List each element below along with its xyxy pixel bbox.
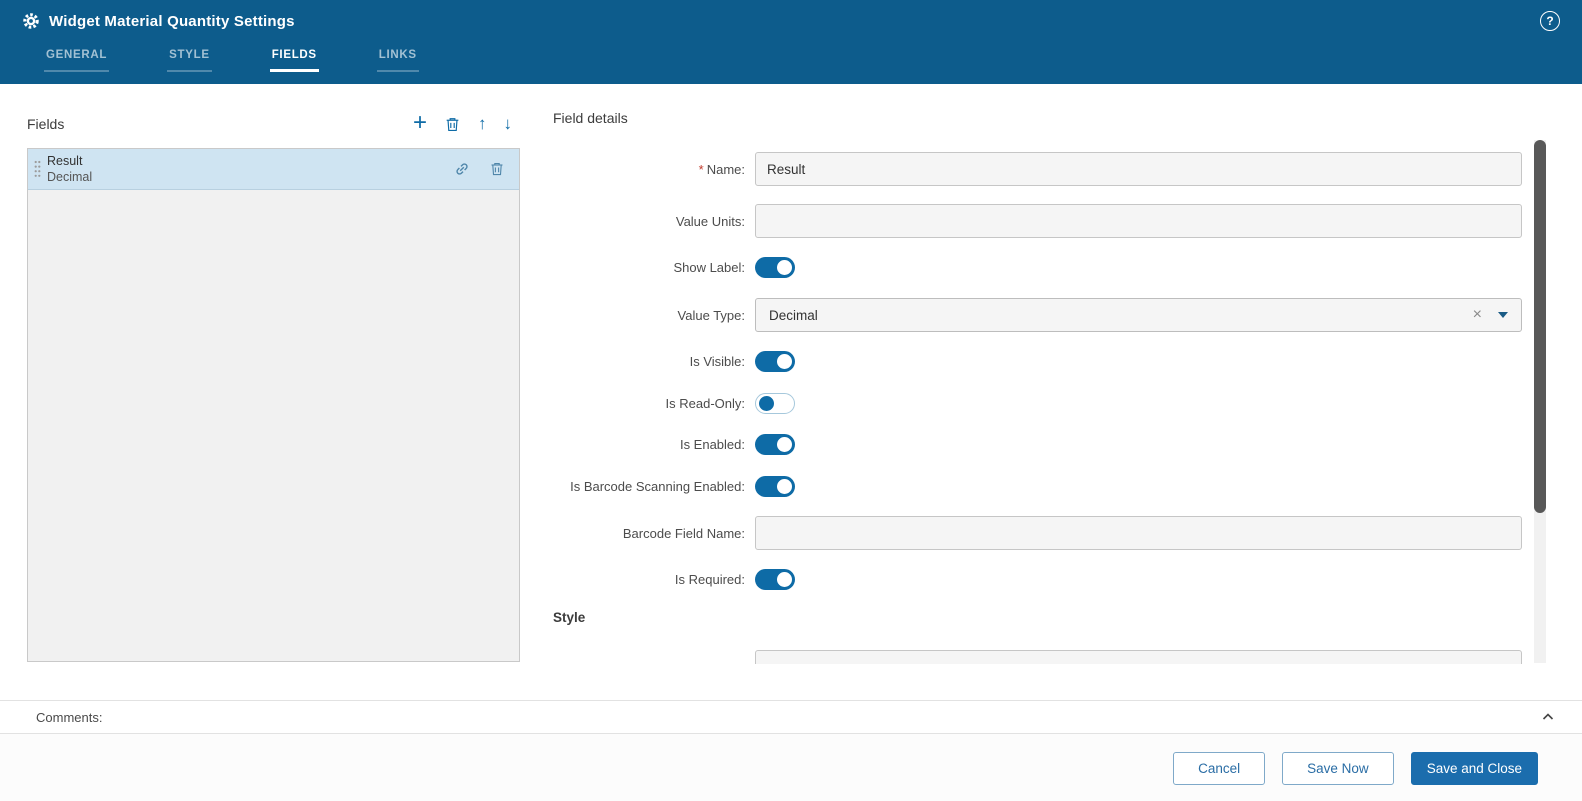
value-type-value: Decimal	[769, 307, 818, 323]
widget-settings-window: Widget Material Quantity Settings ? GENE…	[0, 0, 1582, 801]
window-title: Widget Material Quantity Settings	[49, 12, 295, 30]
is-read-only-row: Is Read-Only:	[553, 393, 1545, 414]
add-field-button[interactable]: +	[413, 110, 427, 134]
is-barcode-scanning-toggle[interactable]	[755, 476, 795, 497]
details-scrollbar-thumb[interactable]	[1534, 140, 1546, 513]
fields-toolbar: + ↑ ↓	[413, 110, 520, 134]
chevron-down-icon[interactable]	[1498, 312, 1508, 318]
fields-panel-header: Fields + ↑ ↓	[27, 106, 520, 142]
tab-general[interactable]: GENERAL	[44, 49, 110, 72]
tab-fields[interactable]: FIELDS	[269, 49, 319, 72]
drag-handle-icon[interactable]	[34, 160, 41, 178]
value-type-row: Value Type: Decimal ×	[553, 298, 1545, 332]
tab-bar: GENERAL STYLE FIELDS LINKS	[0, 42, 1582, 84]
fields-panel-title: Fields	[27, 116, 65, 132]
help-icon[interactable]: ?	[1540, 11, 1560, 31]
clipped-style-input[interactable]	[755, 650, 1522, 664]
is-barcode-scanning-row: Is Barcode Scanning Enabled:	[553, 476, 1545, 497]
cancel-button[interactable]: Cancel	[1173, 752, 1266, 785]
barcode-field-name-row: Barcode Field Name:	[553, 516, 1545, 550]
save-and-close-button[interactable]: Save and Close	[1410, 752, 1538, 785]
is-enabled-toggle[interactable]	[755, 434, 795, 455]
value-units-row: Value Units:	[553, 204, 1545, 238]
move-field-down-button[interactable]: ↓	[504, 114, 513, 134]
is-required-toggle[interactable]	[755, 569, 795, 590]
comments-bar[interactable]: Comments:	[0, 700, 1582, 734]
tab-links[interactable]: LINKS	[376, 49, 419, 72]
is-read-only-label: Is Read-Only:	[665, 396, 745, 411]
is-read-only-toggle[interactable]	[755, 393, 795, 414]
header: Widget Material Quantity Settings ? GENE…	[0, 0, 1582, 84]
is-required-row: Is Required:	[553, 569, 1545, 590]
is-enabled-label: Is Enabled:	[679, 437, 745, 452]
show-label-row: Show Label:	[553, 257, 1545, 278]
name-label: * Name:	[698, 161, 745, 177]
value-units-input[interactable]	[755, 204, 1522, 238]
gear-icon	[22, 12, 40, 30]
is-visible-row: Is Visible:	[553, 351, 1545, 372]
field-item-type: Decimal	[47, 170, 93, 184]
name-row: * Name:	[553, 152, 1545, 186]
delete-field-button[interactable]	[444, 116, 461, 133]
barcode-field-name-label: Barcode Field Name:	[622, 525, 745, 541]
title-row: Widget Material Quantity Settings ?	[0, 0, 1582, 42]
value-type-label: Value Type:	[677, 307, 745, 323]
save-now-button[interactable]: Save Now	[1282, 752, 1394, 785]
is-required-label: Is Required:	[674, 572, 745, 587]
name-input[interactable]	[755, 152, 1522, 186]
footer: Cancel Save Now Save and Close	[0, 734, 1582, 801]
field-details-panel: Field details *Name: Value Units: Show L…	[553, 108, 1545, 664]
clipped-style-row	[553, 650, 1545, 664]
value-units-label: Value Units:	[675, 213, 745, 229]
fields-list: Result Decimal	[27, 148, 520, 662]
field-item-name: Result	[47, 153, 83, 168]
show-label-label: Show Label:	[673, 260, 745, 275]
comments-label: Comments:	[36, 709, 103, 725]
value-type-select[interactable]: Decimal ×	[755, 298, 1522, 332]
is-barcode-scanning-label: Is Barcode Scanning Enabled:	[570, 479, 745, 494]
move-field-up-button[interactable]: ↑	[478, 114, 487, 134]
barcode-field-name-input[interactable]	[755, 516, 1522, 550]
is-enabled-row: Is Enabled:	[553, 434, 1545, 455]
show-label-toggle[interactable]	[755, 257, 795, 278]
details-scrollbar-track[interactable]	[1534, 140, 1546, 663]
list-item-result[interactable]: Result Decimal	[28, 149, 519, 190]
clear-icon[interactable]: ×	[1473, 306, 1498, 324]
required-asterisk: *	[698, 161, 704, 177]
trash-icon[interactable]	[489, 161, 505, 177]
tab-style[interactable]: STYLE	[167, 49, 212, 72]
field-details-title: Field details	[553, 110, 628, 126]
link-icon[interactable]	[454, 161, 470, 177]
is-visible-toggle[interactable]	[755, 351, 795, 372]
style-section-heading: Style	[553, 610, 586, 625]
field-item-text: Result Decimal	[47, 153, 92, 186]
is-visible-label: Is Visible:	[689, 354, 745, 369]
chevron-up-icon[interactable]	[1540, 709, 1556, 725]
